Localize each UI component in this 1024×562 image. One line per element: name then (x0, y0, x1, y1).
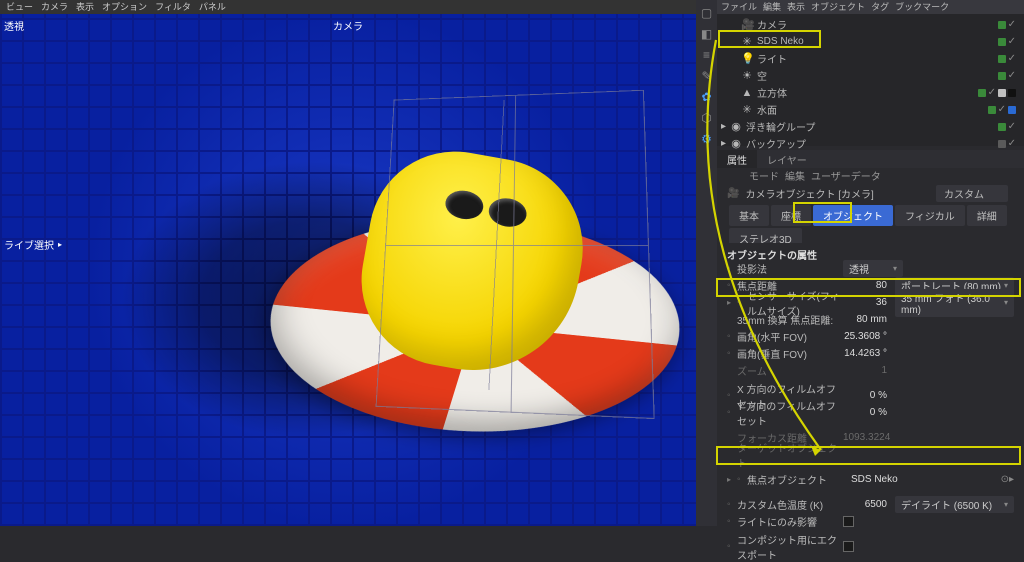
chevron-down-icon: ▸ (58, 240, 62, 249)
tab-object[interactable]: オブジェクト (813, 205, 893, 226)
attr-panel-tabs: 属性 レイヤー (717, 150, 1024, 168)
mode-label[interactable]: モード (749, 168, 779, 184)
vp-menu-options[interactable]: オプション (102, 0, 147, 14)
tab-layers[interactable]: レイヤー (757, 150, 817, 168)
camera-preset-dropdown[interactable]: カスタム (936, 185, 1008, 202)
outliner-item-light[interactable]: 💡ライト✓ (717, 50, 1024, 67)
toolbar-settings-icon[interactable]: ⚙ (698, 130, 715, 147)
toolbar-brush-icon[interactable]: ✎ (698, 67, 715, 84)
prop-light-only[interactable]: ◦ライトにのみ影響 (717, 513, 1024, 530)
prop-offset-y[interactable]: ◦Y 方向のフィルムオフセット0 % (717, 404, 1024, 421)
viewport-camera-label: カメラ (333, 18, 363, 33)
out-menu-file[interactable]: ファイル (721, 0, 757, 14)
outliner-menubar: ファイル 編集 表示 オブジェクト タグ ブックマーク (717, 0, 1024, 14)
prop-35mm-equiv: 35mm 換算 焦点距離:80 mm (717, 311, 1024, 328)
null2-icon: ◉ (730, 137, 742, 150)
prop-fov-v[interactable]: ◦画角(垂直 FOV)14.4263 ° (717, 345, 1024, 362)
attr-mode-row: モード 編集 ユーザーデータ (717, 168, 1024, 184)
focus-object-field[interactable]: SDS Neko (843, 474, 1001, 485)
vp-menu-panel[interactable]: パネル (199, 0, 226, 14)
cube-icon: ▲ (741, 87, 753, 99)
property-list: ◦投影法透視 ◦焦点距離80ポートレート (80 mm) ▸◦センサーサイズ(フ… (717, 260, 1024, 526)
outliner-tree: 🎥カメラ✓ ✳SDS Neko✓ 💡ライト✓ ☀空✓ ▲立方体✓ ✳水面✓ ▸◉… (717, 14, 1024, 154)
outliner-item-water[interactable]: ✳水面✓ (717, 101, 1024, 118)
viewport-selectmode[interactable]: ライブ選択▸ (4, 237, 62, 252)
outliner-panel: ファイル 編集 表示 オブジェクト タグ ブックマーク 🎥カメラ✓ ✳SDS N… (717, 0, 1024, 146)
tab-physical[interactable]: フィジカル (895, 205, 965, 226)
toolbar-cube-icon[interactable]: ▢ (698, 4, 715, 21)
viewport-projection-label: 透視 (4, 18, 24, 33)
tab-attributes[interactable]: 属性 (717, 150, 757, 168)
picker-icon[interactable]: ⊙▸ (1001, 474, 1014, 485)
vp-menu-display[interactable]: 表示 (76, 0, 94, 14)
vp-menu-view[interactable]: ビュー (6, 0, 33, 14)
camera-icon: 🎥 (741, 18, 753, 31)
properties-mode-toolbar: ▢ ◧ ≡ ✎ ✿ ⬡ ⚙ (696, 0, 717, 526)
prop-sensor-size[interactable]: ▸◦センサーサイズ(フィルムサイズ)3635 mm フォト (36.0 mm) (717, 294, 1024, 311)
prop-focus-object[interactable]: ▸◦焦点オブジェクトSDS Neko⊙▸ (717, 471, 1024, 488)
outliner-item-camera[interactable]: 🎥カメラ✓ (717, 16, 1024, 33)
sds-icon: ✳ (741, 35, 753, 48)
tab-coord[interactable]: 座標 (771, 205, 811, 226)
null-icon: ◉ (730, 120, 742, 133)
viewport-3d[interactable]: ビュー カメラ 表示 オプション フィルタ パネル 透視 カメラ ライブ選択▸ (0, 0, 696, 526)
toolbar-gear-icon[interactable]: ✿ (698, 88, 715, 105)
tab-basic[interactable]: 基本 (729, 205, 769, 226)
out-menu-edit[interactable]: 編集 (763, 0, 781, 14)
prop-color-temp[interactable]: ◦カスタム色温度 (K)6500デイライト (6500 K) (717, 496, 1024, 513)
tab-details[interactable]: 詳細 (967, 205, 1007, 226)
out-menu-display[interactable]: 表示 (787, 0, 805, 14)
prop-projection[interactable]: ◦投影法透視 (717, 260, 1024, 277)
prop-export-composite[interactable]: ◦コンポジット用にエクスポート (717, 538, 1024, 555)
vp-menu-camera[interactable]: カメラ (41, 0, 68, 14)
prop-target-object: ターゲットオブジェクト (717, 446, 1024, 463)
camera-header-label: カメラオブジェクト [カメラ] (745, 186, 873, 201)
out-menu-tags[interactable]: タグ (871, 0, 889, 14)
toolbar-cube2-icon[interactable]: ◧ (698, 25, 715, 42)
toolbar-layers-icon[interactable]: ≡ (698, 46, 715, 63)
sky-icon: ☀ (741, 69, 753, 82)
toolbar-shader-icon[interactable]: ⬡ (698, 109, 715, 126)
outliner-item-sky[interactable]: ☀空✓ (717, 67, 1024, 84)
outliner-item-sds-neko[interactable]: ✳SDS Neko✓ (717, 33, 1024, 50)
viewport-menubar: ビュー カメラ 表示 オプション フィルタ パネル (0, 0, 696, 14)
prop-fov-h[interactable]: ◦画角(水平 FOV)25.3608 ° (717, 328, 1024, 345)
light-icon: 💡 (741, 52, 753, 65)
camera-header-icon: 🎥 (727, 188, 739, 199)
userdata-label[interactable]: ユーザーデータ (811, 168, 881, 184)
out-menu-bookmark[interactable]: ブックマーク (895, 0, 949, 14)
prop-zoom: ズーム1 (717, 362, 1024, 379)
outliner-item-ring-group[interactable]: ▸◉浮き輪グループ✓ (717, 118, 1024, 135)
camera-object-header: 🎥 カメラオブジェクト [カメラ] カスタム (717, 184, 1024, 202)
export-checkbox[interactable] (843, 541, 854, 552)
edit-label[interactable]: 編集 (785, 168, 805, 184)
water-icon: ✳ (741, 103, 753, 116)
outliner-item-cube[interactable]: ▲立方体✓ (717, 84, 1024, 101)
focal-value-input[interactable]: 80 (843, 280, 895, 291)
out-menu-object[interactable]: オブジェクト (811, 0, 865, 14)
vp-menu-filter[interactable]: フィルタ (155, 0, 191, 14)
light-only-checkbox[interactable] (843, 516, 854, 527)
